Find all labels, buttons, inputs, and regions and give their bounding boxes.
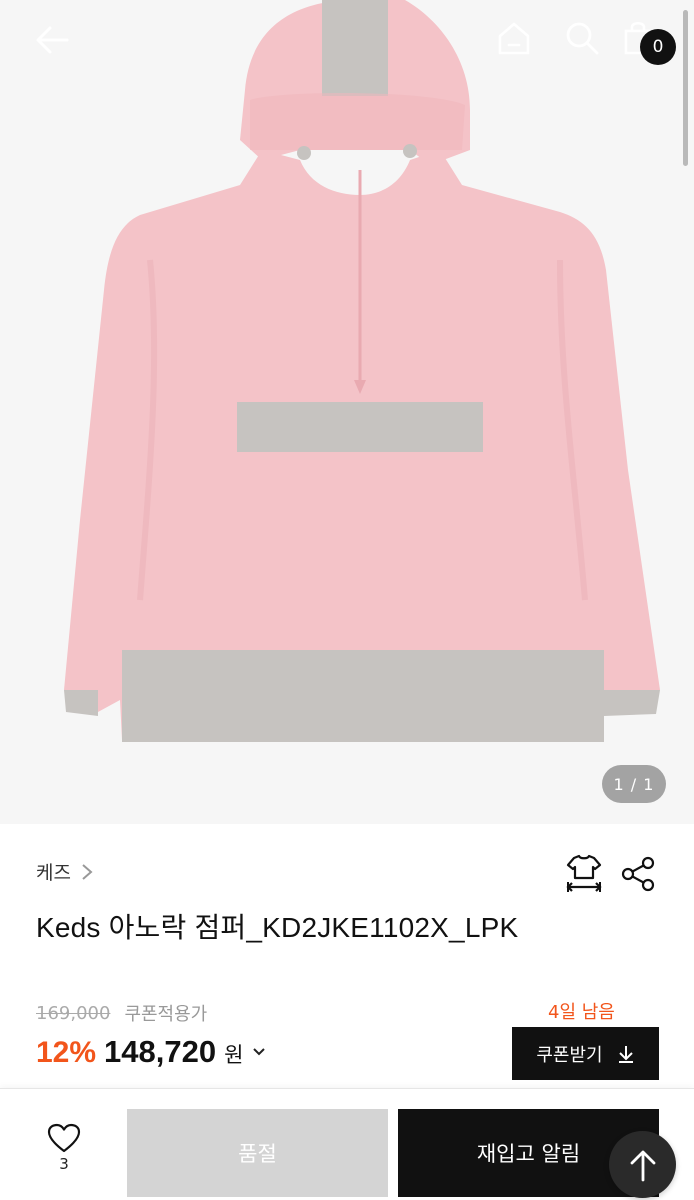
coupon-days-left: 4일 남음 xyxy=(548,1002,615,1023)
back-button[interactable] xyxy=(28,18,76,62)
cart-count-badge: 0 xyxy=(640,29,676,65)
top-navigation: 0 xyxy=(0,0,694,80)
brand-name: 케즈 xyxy=(36,862,71,884)
heart-icon xyxy=(47,1123,81,1153)
discount-rate: 12% xyxy=(36,1036,97,1069)
image-pager: 1 / 1 xyxy=(602,765,666,803)
currency-label: 원 xyxy=(224,1043,244,1067)
original-price: 169,000 xyxy=(36,1002,111,1024)
home-icon xyxy=(498,22,530,55)
brand-link[interactable]: 케즈 xyxy=(36,858,95,885)
soldout-button[interactable]: 품절 xyxy=(127,1109,388,1197)
home-button[interactable] xyxy=(492,16,536,60)
wishlist-button[interactable]: 3 xyxy=(36,1123,92,1187)
like-count: 3 xyxy=(59,1155,69,1173)
scroll-to-top-button[interactable] xyxy=(609,1131,676,1198)
scrollbar[interactable] xyxy=(683,10,688,166)
chevron-down-icon xyxy=(253,1048,266,1056)
coupon-price-label: 쿠폰적용가 xyxy=(124,1004,208,1025)
search-icon xyxy=(566,22,599,55)
sale-price-row[interactable]: 12% 148,720 원 xyxy=(36,1034,267,1070)
download-coupon-button[interactable]: 쿠폰받기 xyxy=(512,1027,659,1080)
coupon-button-label: 쿠폰받기 xyxy=(536,1044,603,1066)
download-icon xyxy=(618,1045,633,1063)
arrow-left-icon xyxy=(36,26,69,54)
arrow-up-icon xyxy=(630,1150,655,1181)
bottom-action-bar: 3 품절 재입고 알림 xyxy=(0,1088,694,1200)
jacket-photo xyxy=(64,0,660,742)
share-icon xyxy=(621,856,655,892)
chevron-right-icon xyxy=(82,863,93,880)
share-button[interactable] xyxy=(618,854,658,894)
size-guide-button[interactable] xyxy=(564,854,604,894)
search-button[interactable] xyxy=(560,16,604,60)
product-image[interactable]: 0 1 / 1 xyxy=(0,0,694,824)
original-price-row: 169,000 쿠폰적용가 xyxy=(36,1000,207,1026)
sale-price: 148,720 xyxy=(104,1034,217,1069)
product-title: Keds 아노락 점퍼_KD2JKE1102X_LPK xyxy=(36,912,519,943)
shirt-size-icon xyxy=(566,854,602,892)
